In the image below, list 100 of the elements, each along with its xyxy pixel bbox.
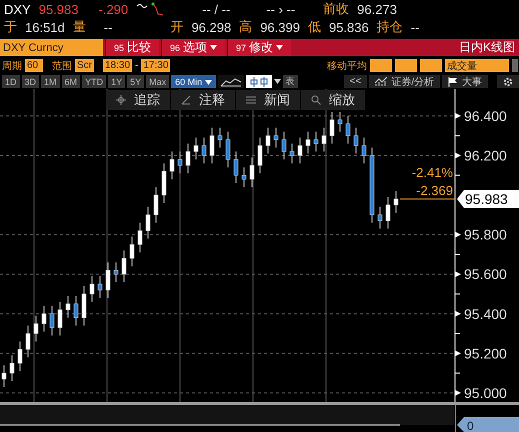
moving-average-field[interactable] — [420, 59, 442, 72]
candlestick — [178, 151, 182, 174]
caret-icon — [276, 45, 284, 50]
moving-average-field[interactable] — [395, 59, 417, 72]
chart-tool-button[interactable]: 追踪 — [106, 90, 171, 110]
candlestick — [274, 127, 278, 148]
candlestick — [210, 127, 214, 164]
period-field[interactable]: 60 — [25, 59, 43, 72]
candlestick — [298, 137, 302, 164]
volume-axis-tag: 0 — [457, 417, 519, 432]
period-button[interactable]: Max — [146, 75, 170, 88]
volume-label: 量 — [72, 18, 86, 36]
range-label: 范围 — [52, 60, 72, 72]
command-button[interactable]: 97 修改 — [227, 39, 292, 56]
chart-type-button[interactable] — [246, 75, 272, 88]
prev-close-value: 96.273 — [357, 2, 397, 16]
low-label: 低 — [308, 18, 321, 36]
moving-average-field[interactable] — [370, 59, 392, 72]
open-interest-value: -- — [410, 20, 420, 34]
candlestick — [346, 115, 350, 144]
start-time-field[interactable]: 18:30 — [103, 59, 132, 72]
candlestick — [250, 156, 254, 188]
period-button[interactable]: 3D — [22, 75, 40, 88]
candlestick — [394, 190, 398, 214]
interval-dropdown[interactable]: 60 Min — [171, 75, 216, 88]
scroll-handle[interactable] — [512, 59, 518, 72]
chart-tool-button[interactable]: 注释 — [171, 90, 236, 110]
axis-label: 95.600 — [464, 266, 507, 282]
candlestick — [362, 137, 366, 164]
period-button[interactable]: 5Y — [127, 75, 144, 88]
bid-ask: -- / -- — [202, 2, 230, 16]
candlestick — [106, 262, 110, 298]
period-button[interactable]: 1D — [2, 75, 20, 88]
change-percent: -2.41% — [412, 165, 453, 180]
last-price-tag: 95.983 — [457, 190, 519, 208]
candlestick — [354, 127, 358, 154]
settings-button[interactable] — [497, 75, 519, 88]
axis-label: 96.400 — [464, 108, 507, 124]
candlestick — [82, 286, 86, 326]
axis-label: 95.000 — [464, 384, 507, 401]
pen-icon — [181, 95, 191, 105]
period-button[interactable]: 1Y — [108, 75, 126, 88]
candlestick — [314, 131, 318, 152]
candlestick — [18, 340, 22, 372]
events-button[interactable]: 大事 — [442, 75, 488, 88]
candlestick — [322, 127, 326, 152]
open-label: 开 — [170, 18, 184, 36]
period-button[interactable]: YTD — [82, 75, 106, 88]
candlestick — [202, 137, 206, 164]
command-button[interactable]: 95 比较 — [105, 39, 160, 56]
axis-label: 95.200 — [464, 345, 507, 362]
candlestick — [218, 127, 222, 148]
end-time-field[interactable]: 17:30 — [141, 59, 170, 72]
command-button[interactable]: 96 选项 — [161, 39, 226, 56]
volume-study-field[interactable]: 成交量 — [445, 59, 509, 72]
candlestick-icon — [248, 76, 270, 86]
candlestick — [378, 206, 382, 230]
chart-tool-button[interactable]: 新闻 — [236, 90, 301, 110]
table-button[interactable]: 表 — [282, 75, 298, 88]
candlestick — [162, 162, 166, 204]
candlestick — [90, 276, 94, 302]
open-interest-label: 持仓 — [376, 18, 403, 36]
period-button[interactable]: 1M — [41, 75, 60, 88]
time-label: 于 — [4, 18, 17, 36]
candlestick — [130, 236, 134, 267]
high-value: 96.399 — [260, 20, 300, 34]
price-change: -.290 — [98, 2, 128, 16]
candlestick — [114, 262, 118, 283]
open-value: 96.298 — [191, 20, 232, 34]
axis-label: 95.800 — [464, 226, 507, 243]
chart-tool-button[interactable]: 缩放 — [301, 90, 366, 110]
low-value: 95.836 — [328, 20, 369, 34]
caret-icon — [210, 45, 218, 50]
candlestick — [98, 276, 102, 298]
candlestick — [42, 305, 46, 332]
candlestick — [154, 186, 158, 224]
candlestick — [186, 143, 190, 174]
candlestick — [66, 295, 70, 318]
candlestick — [282, 131, 286, 160]
period-button[interactable]: 6M — [62, 75, 80, 88]
change-value: -2.369 — [416, 183, 453, 198]
list-icon — [246, 95, 256, 105]
bid-ask-size: -- › -- — [266, 2, 296, 16]
candlestick — [10, 354, 14, 382]
range-field[interactable]: Scr — [75, 59, 94, 72]
period-label: 周期 — [2, 60, 22, 72]
flag-icon — [448, 76, 458, 86]
volume-value: -- — [104, 20, 112, 34]
search-icon — [311, 95, 321, 105]
candlestick — [74, 295, 78, 326]
caret-icon[interactable] — [274, 79, 281, 84]
prev-close-label: 前收 — [323, 0, 350, 18]
ticker-symbol: DXY — [4, 2, 31, 16]
analysis-button[interactable]: 证券/分析 — [369, 75, 440, 88]
ticker-field[interactable]: DXY Curncy — [0, 39, 103, 56]
back-button[interactable]: << — [344, 75, 368, 88]
chart-type-button[interactable] — [218, 75, 244, 88]
candlestick — [338, 111, 342, 132]
caret-icon — [204, 80, 212, 84]
chart-icon — [375, 77, 388, 86]
